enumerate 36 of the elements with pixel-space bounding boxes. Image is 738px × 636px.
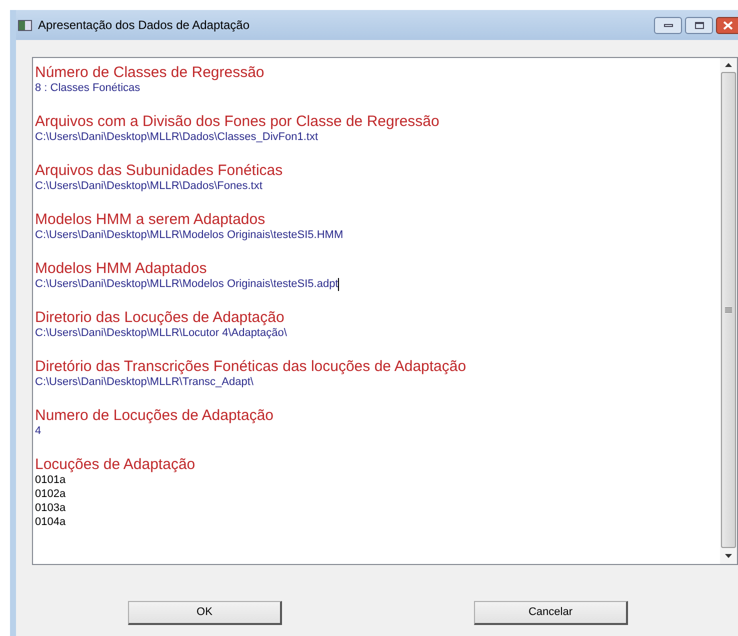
section-heading: Modelos HMM Adaptados bbox=[35, 260, 208, 277]
minimize-button[interactable] bbox=[654, 16, 682, 34]
list-item: 0104a bbox=[35, 515, 66, 529]
window-icon bbox=[18, 20, 32, 30]
close-button[interactable] bbox=[716, 16, 738, 34]
field-value: C:\Users\Dani\Desktop\MLLR\Transc_Adapt\ bbox=[35, 375, 254, 389]
text-area[interactable] bbox=[32, 57, 738, 565]
section-heading: Diretorio das Locuções de Adaptação bbox=[35, 309, 286, 326]
window-title: Apresentação dos Dados de Adaptação bbox=[38, 17, 250, 34]
section-heading: Modelos HMM a serem Adaptados bbox=[35, 211, 266, 228]
text-cursor bbox=[338, 278, 340, 290]
field-value: 4 bbox=[35, 424, 42, 438]
list-item: 0103a bbox=[35, 501, 66, 515]
scrollbar[interactable] bbox=[720, 58, 737, 564]
list-item: 0101a bbox=[35, 473, 66, 487]
field-value: C:\Users\Dani\Desktop\MLLR\Locutor 4\Adaptação\ bbox=[35, 326, 287, 340]
field-value: C:\Users\Dani\Desktop\MLLR\Modelos Originais\testeSI5.HMM bbox=[35, 228, 344, 242]
maximize-button[interactable] bbox=[685, 16, 713, 34]
section-heading: Arquivos com a Divisão dos Fones por Classe de Regressão bbox=[35, 113, 440, 130]
field-value: C:\Users\Dani\Desktop\MLLR\Dados\Classes_DivFon1.txt bbox=[35, 130, 318, 144]
section-heading: Número de Classes de Regressão bbox=[35, 64, 266, 81]
dialog-button[interactable]: Cancelar bbox=[474, 601, 628, 625]
section-heading: Diretório das Transcrições Fonéticas das locuções de Adaptação bbox=[35, 358, 468, 375]
section-heading: Locuções de Adaptação bbox=[35, 456, 196, 473]
scroll-thumb[interactable] bbox=[721, 72, 736, 548]
list-item: 0102a bbox=[35, 487, 66, 501]
section-heading: Numero de Locuções de Adaptação bbox=[35, 407, 274, 424]
scroll-up-icon[interactable] bbox=[725, 63, 732, 67]
field-value: C:\Users\Dani\Desktop\MLLR\Dados\Fones.txt bbox=[35, 179, 262, 193]
dialog-button[interactable]: OK bbox=[128, 601, 282, 625]
grip-icon bbox=[725, 306, 732, 314]
scroll-down-icon[interactable] bbox=[725, 554, 732, 558]
field-value: C:\Users\Dani\Desktop\MLLR\Modelos Originais\testeSI5.adpt bbox=[35, 277, 338, 291]
field-value: 8 : Classes Fonéticas bbox=[35, 81, 140, 95]
section-heading: Arquivos das Subunidades Fonéticas bbox=[35, 162, 284, 179]
close-icon bbox=[723, 20, 733, 30]
